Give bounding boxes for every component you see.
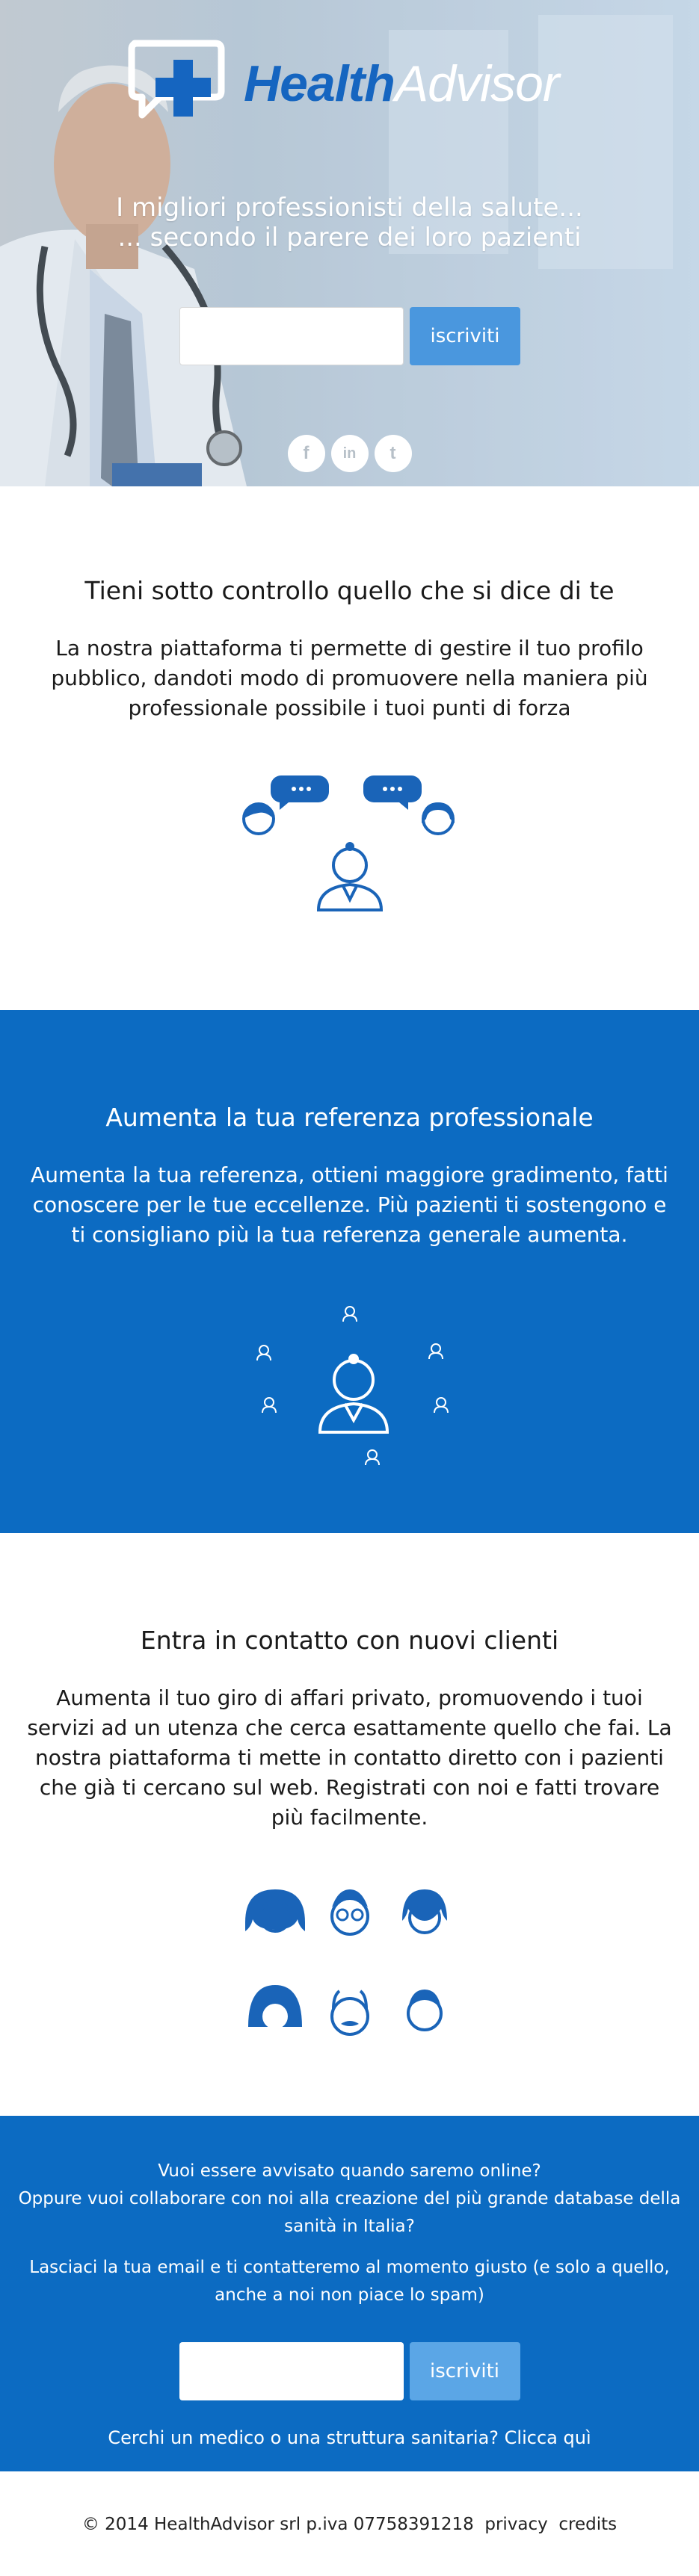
hero-tagline-line2: ... secondo il parere dei loro pazienti <box>117 223 582 253</box>
linkedin-icon[interactable]: in <box>330 435 369 472</box>
newsletter-line3: Lasciaci la tua email e ti contatteremo … <box>29 2258 670 2305</box>
section-newsletter: Vuoi essere avvisato quando saremo onlin… <box>0 2116 699 2471</box>
hero-tagline: I migliori professionisti della salute..… <box>0 193 699 253</box>
hero-tagline-line1: I migliori professionisti della salute..… <box>116 193 583 223</box>
copyright-text: © 2014 HealthAdvisor srl p.iva 077583912… <box>81 2515 474 2534</box>
patients-faces-icon <box>244 1889 447 2036</box>
newsletter-form: iscriviti <box>0 2342 699 2400</box>
section1-title: Tieni sotto controllo quello che si dice… <box>84 576 615 605</box>
hero-subscribe-button[interactable]: iscriviti <box>410 307 520 365</box>
newsletter-line2: Oppure vuoi collaborare con noi alla cre… <box>18 2189 681 2236</box>
section1-text: La nostra piattaforma ti permette di ges… <box>51 636 648 720</box>
section3-title: Entra in contatto con nuovi clienti <box>140 1626 559 1655</box>
section2-text: Aumenta la tua referenza, ottieni maggio… <box>31 1162 668 1247</box>
section-new-clients: Entra in contatto con nuovi clienti Aume… <box>0 1533 699 2116</box>
footer: © 2014 HealthAdvisor srl p.iva 077583912… <box>0 2471 699 2576</box>
credits-link[interactable]: credits <box>558 2515 617 2534</box>
twitter-icon[interactable]: t <box>374 435 412 472</box>
logo[interactable]: HealthAdvisor <box>127 39 560 129</box>
section-referral: Aumenta la tua referenza professionale A… <box>0 1010 699 1533</box>
find-doctor-link[interactable]: Cerchi un medico o una struttura sanitar… <box>0 2427 699 2448</box>
hero-banner: HealthAdvisor I migliori professionisti … <box>0 0 699 486</box>
newsletter-email-input[interactable] <box>179 2342 404 2400</box>
logo-wordmark: HealthAdvisor <box>244 55 560 112</box>
newsletter-line1: Vuoi essere avvisato quando saremo onlin… <box>158 2161 541 2181</box>
doctor-patients-chat-icon <box>241 775 455 911</box>
logo-speech-bubble-icon <box>128 40 225 119</box>
newsletter-subscribe-button[interactable]: iscriviti <box>409 2342 520 2400</box>
doctor-network-icon <box>256 1306 449 1466</box>
hero-signup-form: iscriviti <box>179 307 520 365</box>
section2-title: Aumenta la tua referenza professionale <box>105 1103 594 1132</box>
section-reputation: Tieni sotto controllo quello che si dice… <box>0 486 699 1010</box>
section3-text: Aumenta il tuo giro di affari privato, p… <box>27 1685 672 1830</box>
privacy-link[interactable]: privacy <box>484 2515 547 2534</box>
facebook-icon[interactable]: f <box>287 435 325 472</box>
social-links: f in t <box>0 435 699 472</box>
hero-email-input[interactable] <box>179 307 404 365</box>
